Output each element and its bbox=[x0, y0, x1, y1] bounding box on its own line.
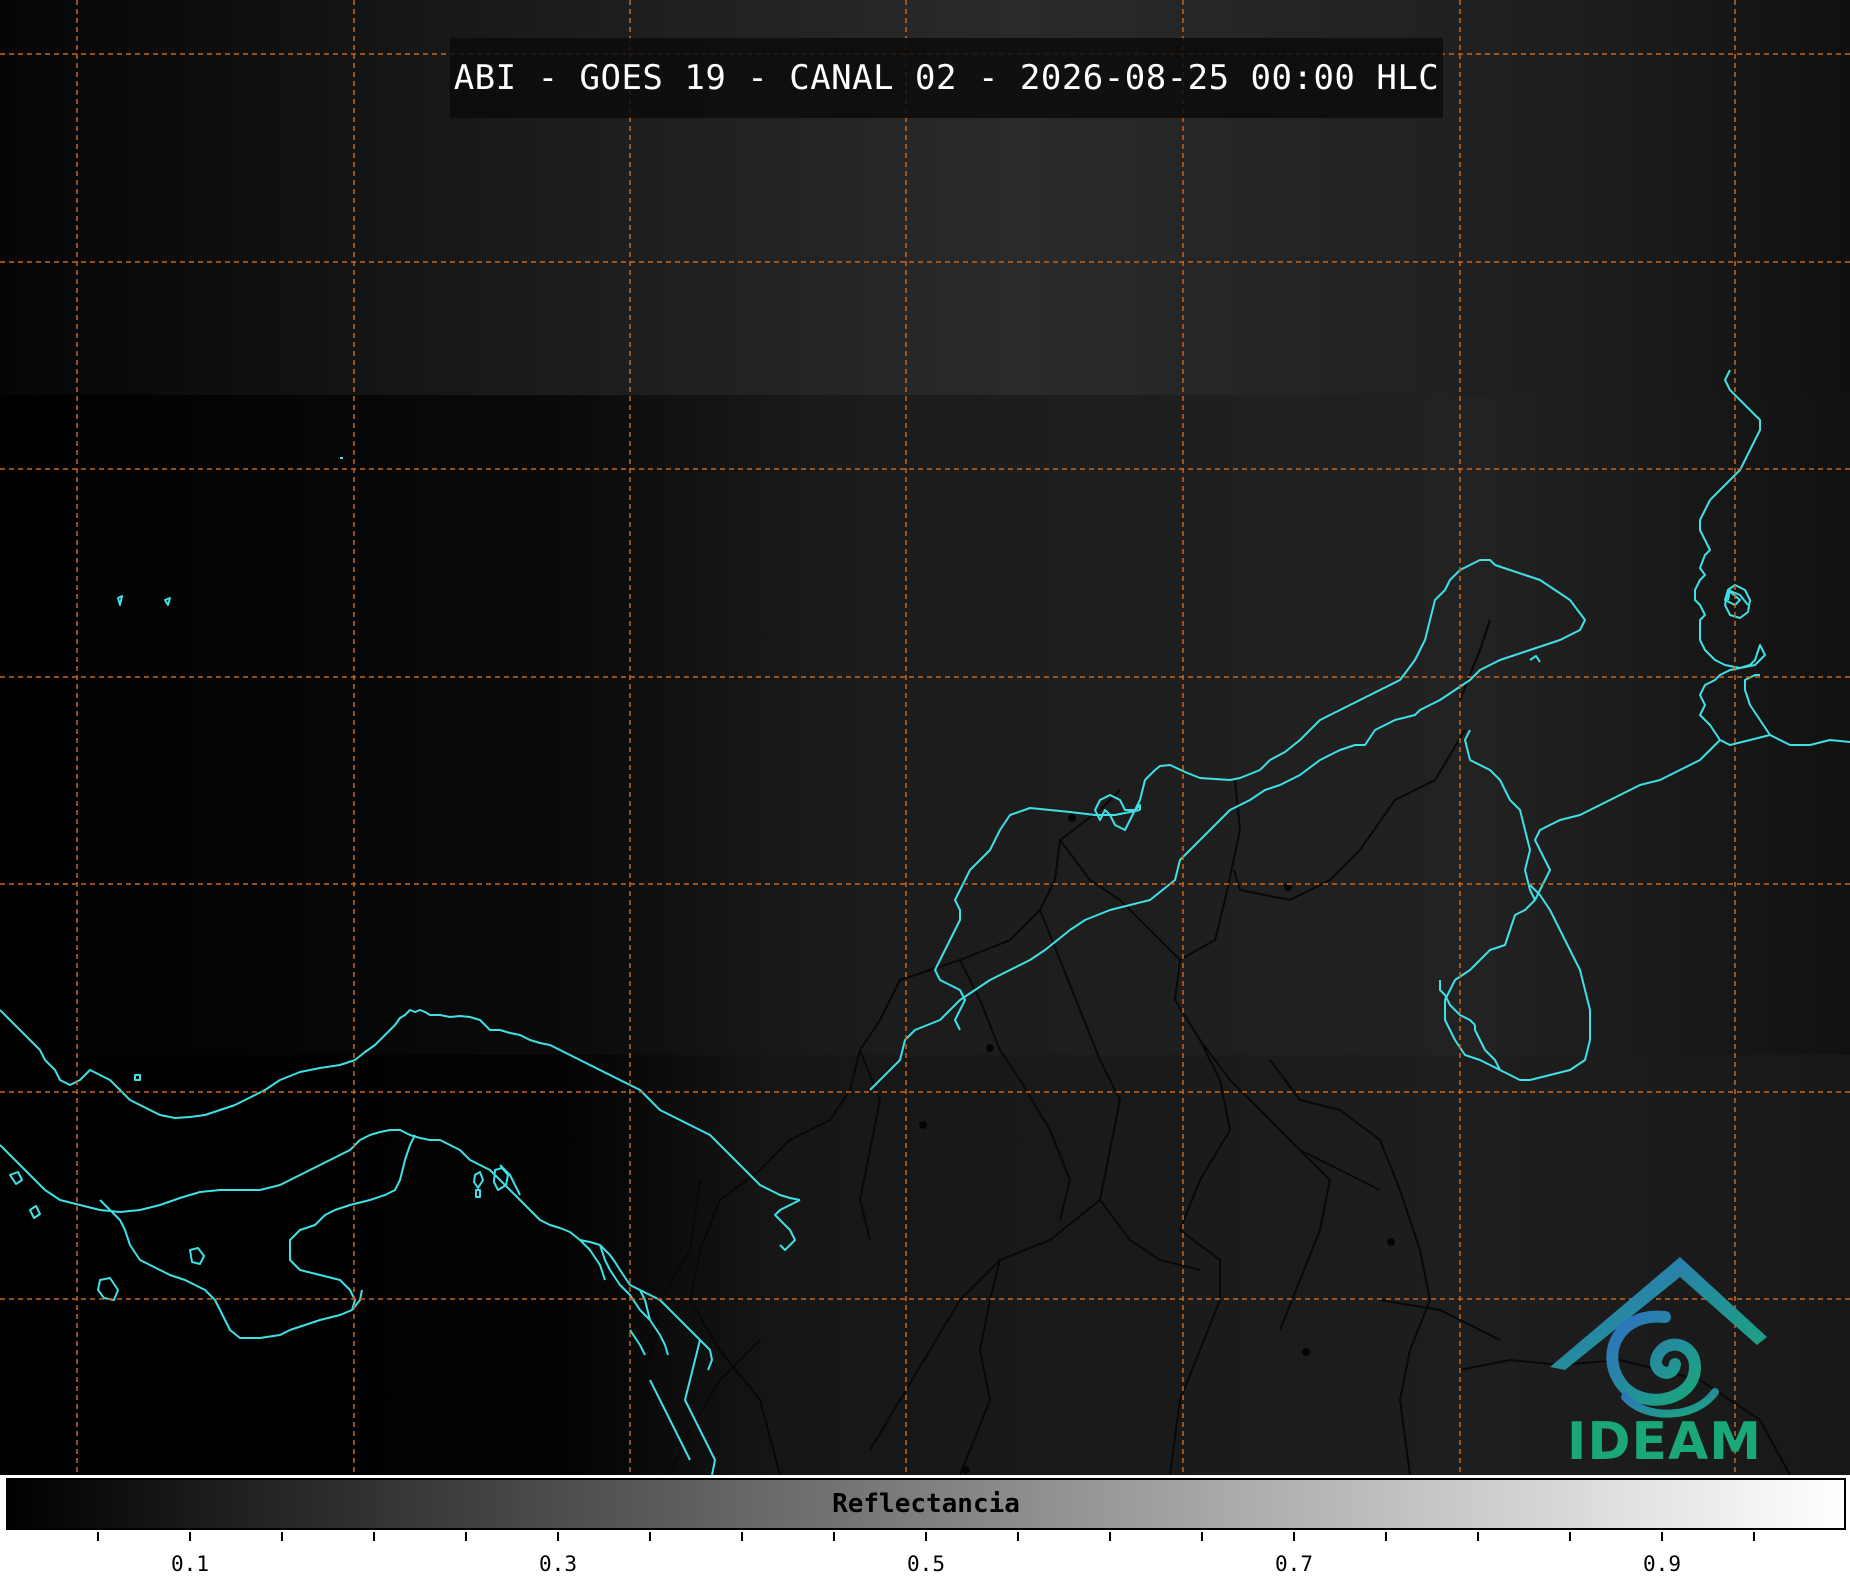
colorbar-panel: Reflectancia 0.1 0.3 0.5 0.7 0.9 bbox=[0, 1475, 1850, 1577]
city-marker bbox=[986, 1044, 994, 1052]
colorbar-label: Reflectancia bbox=[832, 1489, 1020, 1519]
colorbar: Reflectancia bbox=[6, 1478, 1846, 1530]
city-marker bbox=[1068, 814, 1076, 822]
colorbar-tick-label: 0.9 bbox=[1643, 1552, 1681, 1576]
city-marker bbox=[962, 1466, 970, 1474]
map-title: ABI - GOES 19 - CANAL 02 - 2026-08-25 00… bbox=[453, 58, 1440, 98]
city-marker bbox=[1387, 1238, 1395, 1246]
colorbar-tick-label: 0.1 bbox=[171, 1552, 209, 1576]
colorbar-tick-label: 0.5 bbox=[907, 1552, 945, 1576]
colorbar-tick-label: 0.3 bbox=[539, 1552, 577, 1576]
colorbar-tick-label: 0.7 bbox=[1275, 1552, 1313, 1576]
city-marker bbox=[1302, 1348, 1310, 1356]
logo-text: IDEAM bbox=[1567, 1412, 1763, 1472]
title-box: ABI - GOES 19 - CANAL 02 - 2026-08-25 00… bbox=[450, 38, 1443, 118]
city-marker bbox=[919, 1121, 927, 1129]
